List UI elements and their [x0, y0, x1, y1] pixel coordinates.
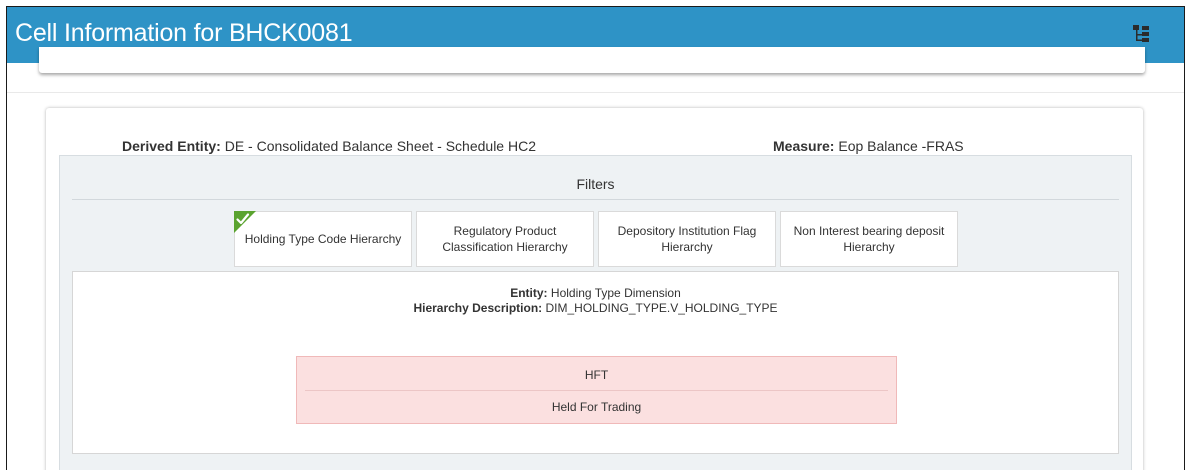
filter-tab-label: Holding Type Code Hierarchy: [244, 232, 402, 246]
value-code: HFT: [584, 368, 609, 382]
detail-entity: Entity: Holding Type Dimension: [73, 286, 1118, 300]
section-divider: [7, 92, 1184, 93]
filter-tab-label: Non Interest bearing deposit Hierarchy: [793, 224, 945, 254]
filter-tab-regulatory-product[interactable]: Regulatory Product Classification Hierar…: [416, 211, 594, 267]
filters-panel: Filters Holding Type Code Hierarchy Regu…: [59, 155, 1132, 470]
filter-tab-label: Depository Institution Flag Hierarchy: [617, 224, 757, 254]
detail-entity-label: Entity:: [510, 286, 548, 300]
measure-label: Measure:: [773, 138, 835, 154]
collapsed-card: [39, 47, 1145, 73]
derived-entity-value: DE - Consolidated Balance Sheet - Schedu…: [224, 138, 536, 154]
value-divider: [305, 390, 888, 391]
filter-value-box: HFT Held For Trading: [296, 356, 897, 424]
filter-detail-box: Entity: Holding Type Dimension Hierarchy…: [72, 271, 1119, 454]
filter-tab-depository-institution[interactable]: Depository Institution Flag Hierarchy: [598, 211, 776, 267]
filter-tab-non-interest-deposit[interactable]: Non Interest bearing deposit Hierarchy: [780, 211, 958, 267]
window-title: Cell Information for BHCK0081: [15, 19, 353, 47]
measure-value: Eop Balance -FRAS: [838, 138, 964, 154]
filters-title: Filters: [576, 176, 615, 192]
detail-hierarchy-label: Hierarchy Description:: [413, 301, 543, 315]
detail-entity-value: Holding Type Dimension: [550, 286, 681, 300]
filters-divider: [72, 199, 1119, 200]
filter-tab-holding-type[interactable]: Holding Type Code Hierarchy: [234, 211, 412, 267]
cell-information-window: Cell Information for BHCK0081 Derived En…: [6, 6, 1185, 470]
filter-tab-label: Regulatory Product Classification Hierar…: [442, 224, 568, 254]
detail-hierarchy: Hierarchy Description: DIM_HOLDING_TYPE.…: [73, 301, 1118, 315]
value-description: Held For Trading: [551, 400, 642, 414]
hierarchy-tree-icon[interactable]: [1133, 25, 1149, 43]
measure-info: Measure: Eop Balance -FRAS: [773, 138, 964, 154]
derived-entity-label: Derived Entity:: [122, 138, 221, 154]
derived-entity-info: Derived Entity: DE - Consolidated Balanc…: [122, 138, 536, 154]
checkmark-icon: [234, 211, 256, 233]
detail-hierarchy-value: DIM_HOLDING_TYPE.V_HOLDING_TYPE: [545, 301, 778, 315]
